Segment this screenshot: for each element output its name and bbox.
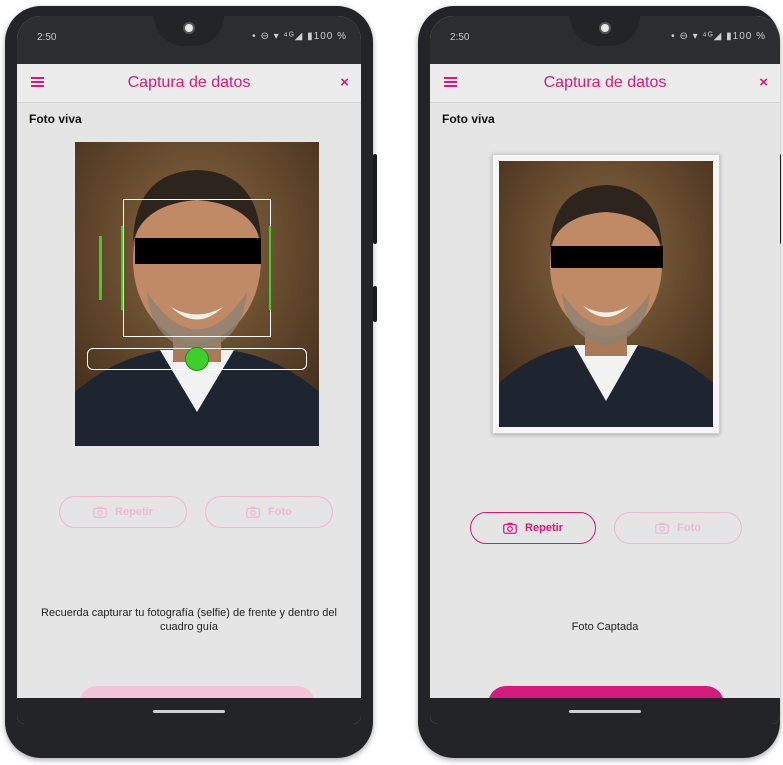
- close-icon[interactable]: ×: [340, 74, 349, 91]
- section-title: Foto viva: [29, 112, 82, 126]
- screen-capture-done: 2:50 • ⊖ ▾ ⁴ᴳ◢ ▮100 % Captura de datos ×…: [430, 16, 780, 724]
- photo-label: Foto: [268, 506, 292, 518]
- home-indicator[interactable]: [153, 710, 225, 713]
- status-time: 2:50: [37, 32, 57, 43]
- photo-button[interactable]: Foto: [205, 496, 333, 528]
- front-camera-icon: [183, 22, 195, 34]
- face-guide-frame: [123, 199, 271, 337]
- front-camera-icon: [599, 22, 611, 34]
- guide-bar-inner-left: [121, 226, 123, 310]
- instruction-message: Recuerda capturar tu fotografía (selfie)…: [41, 607, 337, 633]
- power-button: [373, 154, 377, 244]
- camera-icon: [93, 506, 107, 518]
- status-bar: 2:50 • ⊖ ▾ ⁴ᴳ◢ ▮100 %: [430, 16, 780, 64]
- close-icon[interactable]: ×: [759, 74, 768, 91]
- photo-button[interactable]: Foto: [614, 512, 742, 544]
- home-indicator[interactable]: [569, 710, 641, 713]
- app-bar: Captura de datos ×: [17, 64, 361, 103]
- section-title: Foto viva: [442, 112, 495, 126]
- camera-icon: [655, 522, 669, 534]
- navigation-bar: [17, 698, 361, 724]
- status-bar: 2:50 • ⊖ ▾ ⁴ᴳ◢ ▮100 %: [17, 16, 361, 64]
- camera-notch: [154, 16, 224, 46]
- status-icons: • ⊖ ▾ ⁴ᴳ◢ ▮100 %: [252, 31, 347, 42]
- app-bar: Captura de datos ×: [430, 64, 780, 103]
- volume-button: [373, 286, 377, 322]
- repeat-button[interactable]: Repetir: [59, 496, 187, 528]
- status-time: 2:50: [450, 32, 470, 43]
- camera-icon: [246, 506, 260, 518]
- phone-frame-left: 2:50 • ⊖ ▾ ⁴ᴳ◢ ▮100 % Captura de datos ×…: [5, 6, 377, 758]
- screen-capture-live: 2:50 • ⊖ ▾ ⁴ᴳ◢ ▮100 % Captura de datos ×…: [17, 16, 361, 724]
- captured-photo-frame: [492, 154, 720, 434]
- guide-bar-right: [269, 226, 271, 310]
- photo-label: Foto: [677, 522, 701, 534]
- camera-icon: [503, 522, 517, 534]
- alignment-indicator: [185, 347, 209, 371]
- repeat-label: Repetir: [525, 522, 563, 534]
- live-camera-preview: [75, 142, 319, 446]
- page-title: Captura de datos: [127, 74, 251, 91]
- captured-photo: [499, 161, 713, 427]
- repeat-button[interactable]: Repetir: [470, 512, 596, 544]
- camera-notch: [570, 16, 640, 46]
- page-title: Captura de datos: [543, 74, 667, 91]
- phone-frame-right: 2:50 • ⊖ ▾ ⁴ᴳ◢ ▮100 % Captura de datos ×…: [418, 6, 781, 758]
- navigation-bar: [430, 698, 780, 724]
- repeat-label: Repetir: [115, 506, 153, 518]
- status-icons: • ⊖ ▾ ⁴ᴳ◢ ▮100 %: [671, 31, 766, 42]
- status-message: Foto Captada: [571, 621, 639, 633]
- guide-bar-left: [99, 236, 102, 300]
